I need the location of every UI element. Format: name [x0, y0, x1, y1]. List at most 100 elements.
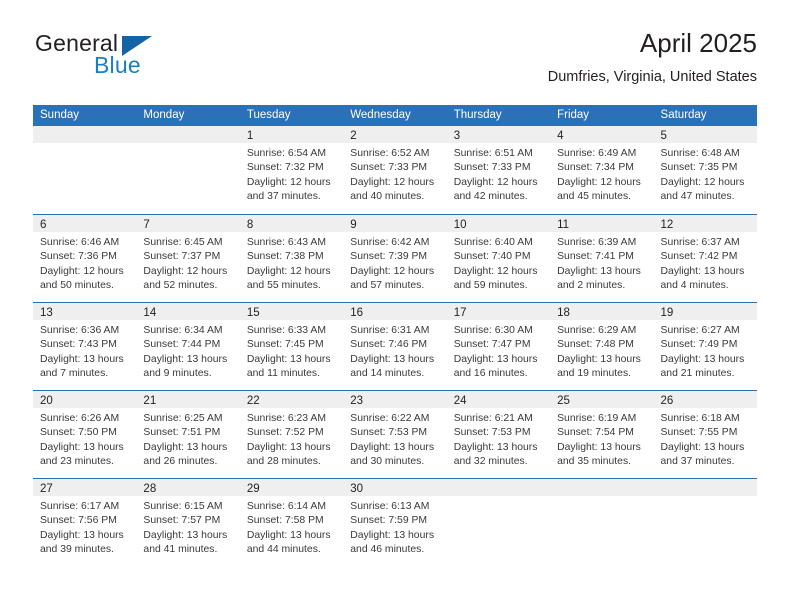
day-detail-body: Sunrise: 6:26 AM Sunset: 7:50 PM Daylight:…	[33, 408, 136, 469]
sunset-text: Sunset: 7:33 PM	[350, 162, 428, 174]
day-detail-body	[33, 143, 136, 147]
sunset-text: Sunset: 7:33 PM	[453, 162, 531, 174]
daylight-text-line2: and 50 minutes.	[40, 279, 114, 291]
calendar-day-cell-16[interactable]: 16 Sunrise: 6:31 AM Sunset: 7:46 PM Dayligh…	[343, 303, 447, 390]
calendar-day-cell-26[interactable]: 26 Sunrise: 6:18 AM Sunset: 7:55 PM Dayligh…	[653, 391, 757, 478]
calendar-day-cell-1[interactable]: 1 Sunrise: 6:54 AM Sunset: 7:32 PM Daylight…	[239, 126, 344, 214]
day-number-band: 25	[550, 391, 654, 408]
calendar-day-cell-25[interactable]: 25 Sunrise: 6:19 AM Sunset: 7:54 PM Dayligh…	[550, 391, 654, 478]
day-number-band: 1	[239, 126, 344, 143]
day-number-band: 23	[343, 391, 447, 408]
sunrise-text: Sunrise: 6:30 AM	[453, 325, 533, 336]
day-detail-body: Sunrise: 6:43 AM Sunset: 7:38 PM Daylight:…	[240, 232, 343, 293]
day-detail-body: Sunrise: 6:19 AM Sunset: 7:54 PM Daylight:…	[550, 408, 653, 469]
sunset-text: Sunset: 7:49 PM	[660, 339, 738, 351]
daylight-text-line2: and 23 minutes.	[40, 455, 114, 467]
daylight-text-line2: and 4 minutes.	[660, 279, 729, 291]
daylight-text-line2: and 35 minutes.	[557, 455, 632, 467]
general-blue-logo[interactable]: General Blue	[35, 30, 255, 82]
day-detail-body: Sunrise: 6:40 AM Sunset: 7:40 PM Daylight:…	[447, 232, 550, 293]
calendar-day-cell-10[interactable]: 10 Sunrise: 6:40 AM Sunset: 7:40 PM Dayligh…	[446, 215, 551, 302]
calendar-day-cell-6[interactable]: 6 Sunrise: 6:46 AM Sunset: 7:36 PM Daylight…	[33, 215, 137, 302]
daylight-text-line2: and 9 minutes.	[143, 367, 212, 379]
daylight-text-line2: and 42 minutes.	[453, 190, 528, 202]
day-number: 17	[453, 307, 467, 319]
day-number: 24	[453, 395, 467, 407]
day-detail-body: Sunrise: 6:52 AM Sunset: 7:33 PM Daylight:…	[343, 143, 446, 204]
day-number: 28	[143, 483, 157, 495]
daylight-text-line1: Daylight: 13 hours	[40, 353, 124, 365]
calendar-day-cell-19[interactable]: 19 Sunrise: 6:27 AM Sunset: 7:49 PM Dayligh…	[653, 303, 757, 390]
daylight-text-line2: and 16 minutes.	[453, 367, 528, 379]
daylight-text-line2: and 14 minutes.	[350, 367, 425, 379]
sunrise-text: Sunrise: 6:46 AM	[40, 237, 120, 248]
sunrise-text: Sunrise: 6:31 AM	[350, 325, 430, 336]
day-number: 21	[143, 395, 157, 407]
calendar-day-cell-9[interactable]: 9 Sunrise: 6:42 AM Sunset: 7:39 PM Daylight…	[343, 215, 447, 302]
calendar-day-cell-29[interactable]: 29 Sunrise: 6:14 AM Sunset: 7:58 PM Dayligh…	[239, 479, 344, 566]
sunrise-text: Sunrise: 6:14 AM	[246, 501, 326, 512]
calendar-day-cell-14[interactable]: 14 Sunrise: 6:34 AM Sunset: 7:44 PM Dayligh…	[136, 303, 240, 390]
calendar-day-cell-22[interactable]: 22 Sunrise: 6:23 AM Sunset: 7:52 PM Dayligh…	[239, 391, 344, 478]
calendar-day-cell-24[interactable]: 24 Sunrise: 6:21 AM Sunset: 7:53 PM Dayligh…	[446, 391, 551, 478]
calendar-day-cell-4[interactable]: 4 Sunrise: 6:49 AM Sunset: 7:34 PM Daylight…	[550, 126, 654, 214]
sunset-text: Sunset: 7:34 PM	[557, 162, 634, 174]
day-number-band: 15	[239, 303, 344, 320]
sunrise-text: Sunrise: 6:19 AM	[557, 413, 637, 424]
day-number-band: 2	[343, 126, 447, 143]
sunset-text: Sunset: 7:52 PM	[246, 427, 324, 439]
calendar-day-cell-21[interactable]: 21 Sunrise: 6:25 AM Sunset: 7:51 PM Dayligh…	[136, 391, 240, 478]
sunset-text: Sunset: 7:36 PM	[40, 251, 117, 263]
day-detail-body	[654, 496, 757, 500]
day-number: 23	[350, 395, 364, 407]
calendar-weeks: 1 Sunrise: 6:54 AM Sunset: 7:32 PM Daylight…	[33, 126, 757, 566]
calendar-day-cell-12[interactable]: 12 Sunrise: 6:37 AM Sunset: 7:42 PM Dayligh…	[653, 215, 757, 302]
calendar-day-cell-3[interactable]: 3 Sunrise: 6:51 AM Sunset: 7:33 PM Daylight…	[446, 126, 551, 214]
day-detail-body	[550, 496, 653, 500]
sunrise-text: Sunrise: 6:13 AM	[350, 501, 430, 512]
calendar-day-cell-13[interactable]: 13 Sunrise: 6:36 AM Sunset: 7:43 PM Dayligh…	[33, 303, 137, 390]
day-detail-body: Sunrise: 6:45 AM Sunset: 7:37 PM Daylight:…	[136, 232, 239, 293]
calendar-day-cell-15[interactable]: 15 Sunrise: 6:33 AM Sunset: 7:45 PM Dayligh…	[239, 303, 344, 390]
calendar-day-cell-empty	[136, 126, 240, 214]
calendar-day-cell-27[interactable]: 27 Sunrise: 6:17 AM Sunset: 7:56 PM Dayligh…	[33, 479, 137, 566]
calendar-day-cell-20[interactable]: 20 Sunrise: 6:26 AM Sunset: 7:50 PM Dayligh…	[33, 391, 137, 478]
day-detail-body: Sunrise: 6:17 AM Sunset: 7:56 PM Daylight:…	[33, 496, 136, 557]
calendar-day-cell-8[interactable]: 8 Sunrise: 6:43 AM Sunset: 7:38 PM Daylight…	[239, 215, 344, 302]
calendar-day-cell-23[interactable]: 23 Sunrise: 6:22 AM Sunset: 7:53 PM Dayligh…	[343, 391, 447, 478]
daylight-text-line2: and 40 minutes.	[350, 190, 425, 202]
calendar-day-cell-28[interactable]: 28 Sunrise: 6:15 AM Sunset: 7:57 PM Dayligh…	[136, 479, 240, 566]
day-number: 13	[40, 307, 53, 319]
daylight-text-line2: and 52 minutes.	[143, 279, 218, 291]
sunset-text: Sunset: 7:53 PM	[350, 427, 428, 439]
daylight-text-line1: Daylight: 13 hours	[246, 441, 331, 453]
day-detail-body: Sunrise: 6:46 AM Sunset: 7:36 PM Daylight:…	[33, 232, 136, 293]
calendar-day-cell-17[interactable]: 17 Sunrise: 6:30 AM Sunset: 7:47 PM Dayligh…	[446, 303, 551, 390]
day-number-band: 13	[33, 303, 137, 320]
sunset-text: Sunset: 7:56 PM	[40, 515, 117, 527]
sunrise-text: Sunrise: 6:39 AM	[557, 237, 637, 248]
daylight-text-line2: and 44 minutes.	[246, 543, 321, 555]
sunrise-text: Sunrise: 6:33 AM	[246, 325, 326, 336]
calendar-day-cell-2[interactable]: 2 Sunrise: 6:52 AM Sunset: 7:33 PM Daylight…	[343, 126, 447, 214]
daylight-text-line1: Daylight: 13 hours	[453, 441, 538, 453]
calendar-day-cell-5[interactable]: 5 Sunrise: 6:48 AM Sunset: 7:35 PM Daylight…	[653, 126, 757, 214]
sunset-text: Sunset: 7:42 PM	[660, 251, 738, 263]
day-number-band: 12	[653, 215, 757, 232]
daylight-text-line1: Daylight: 13 hours	[40, 529, 124, 541]
sunset-text: Sunset: 7:46 PM	[350, 339, 428, 351]
calendar-day-cell-18[interactable]: 18 Sunrise: 6:29 AM Sunset: 7:48 PM Dayligh…	[550, 303, 654, 390]
day-number-band: 21	[136, 391, 240, 408]
day-detail-body: Sunrise: 6:49 AM Sunset: 7:34 PM Daylight:…	[550, 143, 653, 204]
calendar-day-cell-7[interactable]: 7 Sunrise: 6:45 AM Sunset: 7:37 PM Daylight…	[136, 215, 240, 302]
daylight-text-line1: Daylight: 13 hours	[660, 353, 745, 365]
daylight-text-line1: Daylight: 12 hours	[453, 265, 538, 277]
daylight-text-line1: Daylight: 13 hours	[143, 529, 228, 541]
calendar-day-cell-11[interactable]: 11 Sunrise: 6:39 AM Sunset: 7:41 PM Dayligh…	[550, 215, 654, 302]
calendar-day-cell-30[interactable]: 30 Sunrise: 6:13 AM Sunset: 7:59 PM Dayligh…	[343, 479, 447, 566]
day-number: 7	[143, 219, 150, 231]
day-detail-body: Sunrise: 6:48 AM Sunset: 7:35 PM Daylight:…	[654, 143, 757, 204]
daylight-text-line2: and 55 minutes.	[246, 279, 321, 291]
sunrise-text: Sunrise: 6:51 AM	[453, 148, 533, 159]
sunrise-text: Sunrise: 6:40 AM	[453, 237, 533, 248]
